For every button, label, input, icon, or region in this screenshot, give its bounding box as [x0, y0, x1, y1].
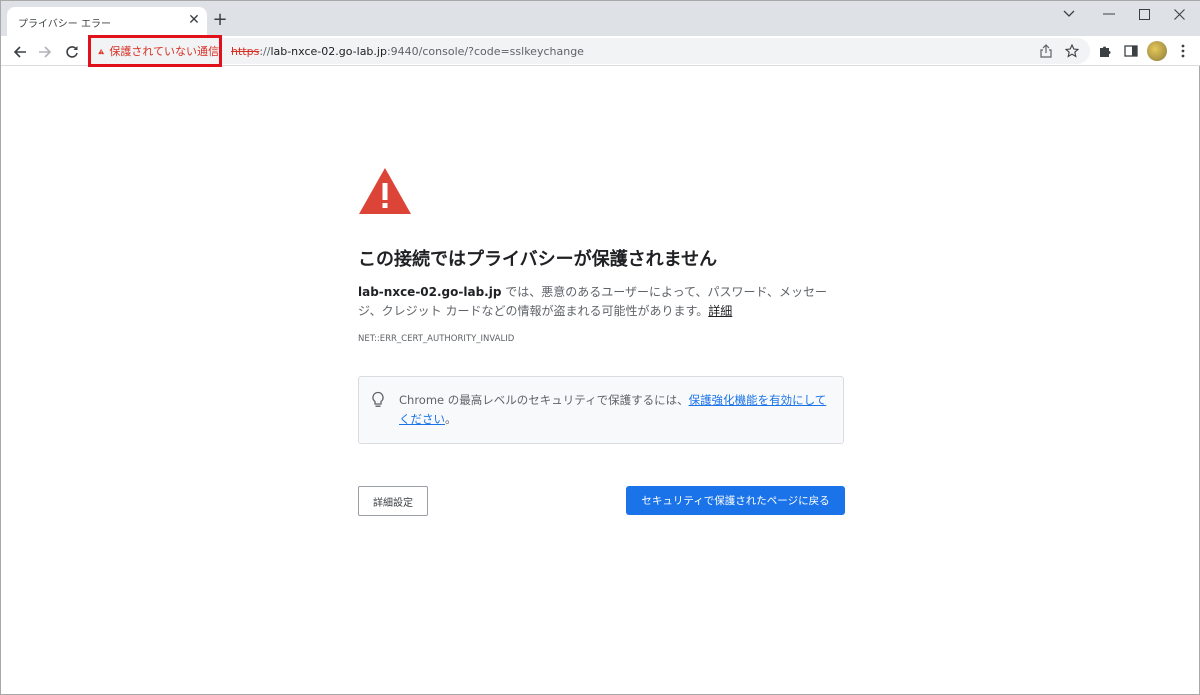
- tip-suffix: 。: [445, 412, 457, 426]
- warning-triangle-icon: [359, 168, 411, 214]
- url-separator: ://: [259, 45, 271, 58]
- back-to-safety-button[interactable]: セキュリティで保護されたページに戻る: [626, 486, 845, 515]
- bookmark-star-icon[interactable]: [1062, 41, 1082, 61]
- lightbulb-icon: [372, 391, 384, 407]
- error-description: lab-nxce-02.go-lab.jp では、悪意のあるユーザーによって、パ…: [358, 283, 844, 321]
- url-scheme: https: [231, 45, 260, 58]
- back-arrow-icon[interactable]: [9, 41, 31, 63]
- url-path: :9440/console/?code=sslkeychange: [386, 45, 584, 58]
- kebab-menu-icon[interactable]: [1173, 41, 1193, 61]
- advanced-button[interactable]: 詳細設定: [358, 486, 428, 516]
- url-host: lab-nxce-02.go-lab.jp: [270, 45, 387, 58]
- tab-title: プライバシー エラー: [18, 19, 111, 30]
- share-icon[interactable]: [1036, 41, 1056, 61]
- page-title: この接続ではプライバシーが保護されません: [358, 249, 718, 270]
- browser-window: プライバシー エラー ✕ + 保護されていない通信 https://lab-nx…: [0, 0, 1200, 695]
- address-bar[interactable]: 保護されていない通信 https://lab-nxce-02.go-lab.jp…: [88, 35, 1090, 67]
- tab-close-icon[interactable]: ✕: [186, 12, 202, 28]
- reload-icon[interactable]: [61, 41, 83, 63]
- side-panel-icon[interactable]: [1121, 41, 1141, 61]
- security-indicator-chip[interactable]: 保護されていない通信: [88, 35, 222, 67]
- extensions-puzzle-icon[interactable]: [1095, 41, 1115, 61]
- tab-privacy-error[interactable]: プライバシー エラー ✕: [7, 7, 207, 36]
- enhanced-protection-tip: Chrome の最高レベルのセキュリティで保護するには、保護強化機能を有効にして…: [358, 376, 844, 444]
- security-label: 保護されていない通信: [109, 45, 219, 58]
- warning-triangle-icon: [98, 48, 105, 54]
- profile-avatar[interactable]: [1147, 41, 1167, 61]
- tip-text: Chrome の最高レベルのセキュリティで保護するには、保護強化機能を有効にして…: [399, 391, 829, 429]
- window-close-icon[interactable]: [1156, 4, 1200, 24]
- description-host: lab-nxce-02.go-lab.jp: [358, 285, 502, 299]
- tab-strip: プライバシー エラー ✕ +: [1, 1, 1200, 36]
- tip-prefix: Chrome の最高レベルのセキュリティで保護するには、: [399, 393, 689, 407]
- forward-arrow-icon[interactable]: [34, 41, 56, 63]
- url-text[interactable]: https://lab-nxce-02.go-lab.jp:9440/conso…: [231, 45, 584, 58]
- error-code[interactable]: NET::ERR_CERT_AUTHORITY_INVALID: [358, 334, 514, 344]
- details-link[interactable]: 詳細: [708, 304, 732, 318]
- toolbar: 保護されていない通信 https://lab-nxce-02.go-lab.jp…: [1, 35, 1200, 67]
- interstitial-page: この接続ではプライバシーが保護されません lab-nxce-02.go-lab.…: [1, 67, 1200, 695]
- new-tab-icon[interactable]: +: [211, 11, 229, 29]
